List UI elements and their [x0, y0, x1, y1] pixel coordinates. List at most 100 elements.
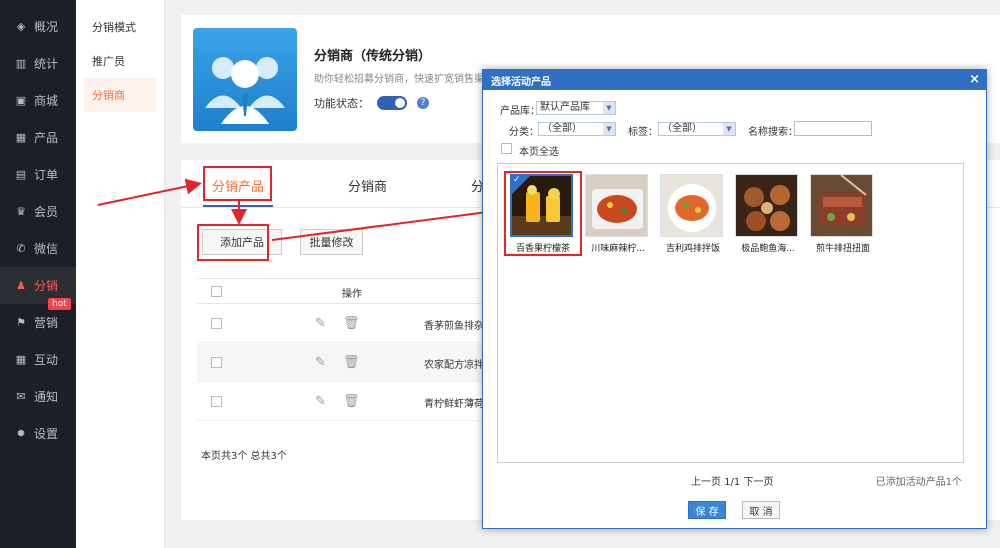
main-sidebar: ◈ 概况 ▥ 统计 ▣ 商城 ▦ 产品 ▤ 订单 ♛ 会员 ✆ 微信 ♟ 分销 … [0, 0, 76, 548]
sidebar-item-product[interactable]: ▦ 产品 [0, 119, 76, 156]
chevron-down-icon: ▼ [603, 102, 615, 114]
sidebar-item-label: 统计 [34, 57, 59, 71]
subnav-item-promoter[interactable]: 推广员 [84, 44, 156, 78]
pagination[interactable]: 上一页 1/1 下一页 [691, 473, 773, 488]
sidebar-item-label: 微信 [34, 242, 59, 256]
edit-icon[interactable]: ✎ [315, 316, 326, 331]
tag-value: （全部） [662, 123, 702, 134]
sidebar-item-label: 设置 [34, 427, 59, 441]
help-icon[interactable]: ? [417, 97, 429, 109]
highlight-selected-product-box [504, 171, 582, 256]
product-name: 煎牛排扭扭面 [815, 244, 870, 254]
sidebar-item-label: 互动 [34, 353, 59, 367]
product-name: 香茅煎鱼排杂 [424, 321, 484, 332]
subnav-item-mode[interactable]: 分销模式 [84, 10, 156, 44]
edit-icon[interactable]: ✎ [315, 394, 326, 409]
category-select[interactable]: （全部） ▼ [538, 122, 616, 136]
trash-icon[interactable]: 🗑 [343, 355, 360, 370]
product-card[interactable]: 吉利鸡排拌饭 [660, 174, 726, 254]
store-icon: ▣ [15, 94, 27, 107]
tag-select[interactable]: （全部） ▼ [658, 122, 736, 136]
crown-icon: ♛ [16, 205, 26, 218]
wechat-icon: ✆ [16, 242, 26, 255]
tag-label: 标签： [628, 127, 658, 138]
sidebar-item-interact[interactable]: ▦ 互动 [0, 341, 76, 378]
sidebar-item-label: 概况 [34, 20, 59, 34]
product-name: 农家配方凉拌 [424, 360, 484, 371]
product-thumbnail [735, 174, 798, 237]
feature-toggle[interactable] [377, 96, 407, 110]
sidebar-item-wechat[interactable]: ✆ 微信 [0, 230, 76, 267]
trash-icon[interactable]: 🗑 [343, 316, 360, 331]
table-footer-count: 本页共3个 总共3个 [201, 451, 287, 462]
chart-icon: ▥ [15, 57, 27, 70]
batch-edit-button[interactable]: 批量修改 [300, 229, 363, 255]
product-icon: ▦ [15, 131, 27, 144]
sidebar-item-settings[interactable]: ✹ 设置 [0, 415, 76, 452]
save-button[interactable]: 保 存 [688, 501, 726, 519]
search-label: 名称搜索： [748, 127, 798, 138]
product-card[interactable]: 川味麻辣柠... [585, 174, 651, 254]
category-value: （全部） [542, 123, 582, 134]
product-card[interactable]: 煎牛排扭扭面 [810, 174, 876, 254]
layers-icon: ◈ [16, 20, 26, 33]
page-description: 助你轻松招募分销商，快速扩宽销售渠道 [314, 74, 494, 85]
chevron-down-icon: ▼ [603, 123, 615, 135]
library-value: 默认产品库 [540, 102, 590, 113]
product-name: 吉利鸡排拌饭 [665, 244, 720, 254]
page-select-all-checkbox[interactable] [501, 143, 512, 154]
page-title: 分销商（传统分销） [314, 49, 432, 64]
distributor-logo-icon [193, 28, 297, 131]
chevron-down-icon: ▼ [723, 123, 735, 135]
sidebar-item-member[interactable]: ♛ 会员 [0, 193, 76, 230]
row-checkbox[interactable] [211, 318, 222, 329]
name-search-input[interactable] [794, 121, 872, 136]
product-name: 青柠鲜虾薄荷 [424, 399, 484, 410]
op-column-header: 操作 [342, 289, 362, 300]
library-label: 产品库： [500, 106, 540, 117]
select-product-dialog: 选择活动产品 × 产品库： 默认产品库 ▼ 分类： （全部） ▼ 标签： （全部… [482, 69, 987, 529]
added-count-text: 已添加活动产品1个 [875, 477, 962, 488]
highlight-tab-box [203, 166, 272, 201]
order-icon: ▤ [15, 168, 27, 181]
dialog-header: 选择活动产品 × [483, 70, 986, 90]
page-select-all-label: 本页全选 [519, 147, 559, 158]
flag-icon: ⚑ [16, 316, 26, 329]
sub-nav: 分销模式 推广员 分销商 [76, 0, 165, 548]
product-thumbnail [660, 174, 723, 237]
sidebar-item-order[interactable]: ▤ 订单 [0, 156, 76, 193]
edit-icon[interactable]: ✎ [315, 355, 326, 370]
highlight-add-button-box [197, 224, 269, 261]
sidebar-item-stats[interactable]: ▥ 统计 [0, 45, 76, 82]
feature-state: 功能状态： ? [314, 95, 429, 111]
product-card[interactable]: 极品鲍鱼海... [735, 174, 801, 254]
subnav-item-distributor[interactable]: 分销商 [84, 78, 156, 112]
state-label: 功能状态： [314, 97, 369, 110]
sidebar-item-label: 订单 [34, 168, 59, 182]
dialog-title: 选择活动产品 [491, 76, 551, 88]
sidebar-item-overview[interactable]: ◈ 概况 [0, 8, 76, 45]
cancel-button[interactable]: 取 消 [742, 501, 780, 519]
sidebar-item-label: 通知 [34, 390, 59, 404]
category-label: 分类： [509, 127, 539, 138]
product-thumbnail [810, 174, 873, 237]
row-checkbox[interactable] [211, 357, 222, 368]
row-checkbox[interactable] [211, 396, 222, 407]
library-select[interactable]: 默认产品库 ▼ [536, 101, 616, 115]
product-name: 川味麻辣柠... [591, 244, 645, 254]
gear-icon: ✹ [16, 427, 26, 440]
sidebar-item-label: 商城 [34, 94, 59, 108]
sidebar-item-label: 产品 [34, 131, 59, 145]
sidebar-item-store[interactable]: ▣ 商城 [0, 82, 76, 119]
tab-distributors[interactable]: 分销商 [348, 176, 387, 195]
sidebar-item-marketing[interactable]: hot ⚑ 营销 [0, 298, 76, 341]
product-thumbnail [585, 174, 648, 237]
sidebar-item-label: 会员 [34, 205, 59, 219]
interact-icon: ▦ [15, 353, 27, 366]
select-all-checkbox[interactable] [211, 286, 222, 297]
hot-badge: hot [48, 298, 71, 310]
sidebar-item-notify[interactable]: ✉ 通知 [0, 378, 76, 415]
distribution-icon: ♟ [16, 279, 26, 292]
trash-icon[interactable]: 🗑 [343, 394, 360, 409]
close-icon[interactable]: × [969, 72, 980, 87]
